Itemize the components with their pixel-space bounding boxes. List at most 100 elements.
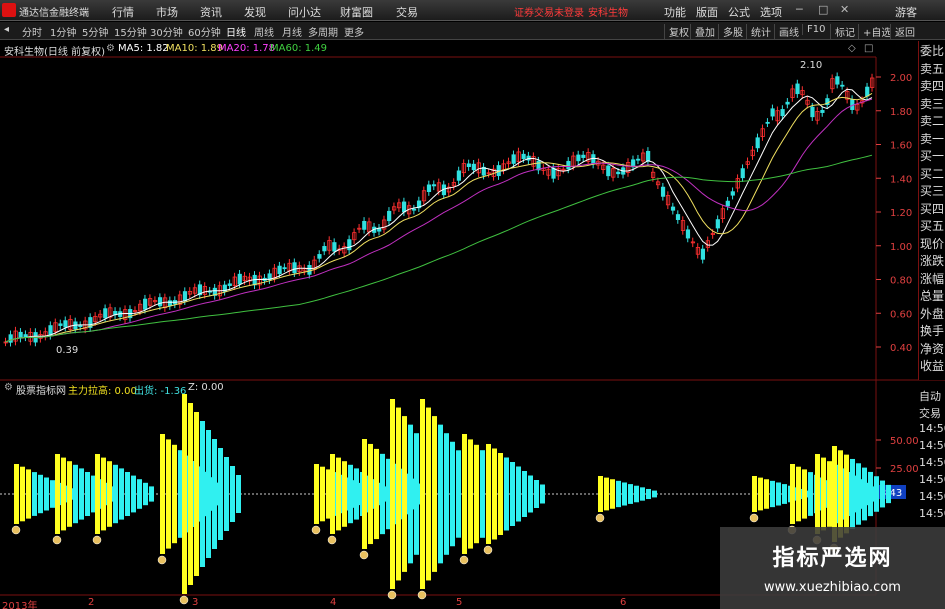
- y-tick-label: 0.60: [890, 309, 912, 320]
- indicator-bar: [815, 454, 820, 534]
- candle-body: [48, 325, 53, 336]
- indicator-gear-icon[interactable]: ⚙: [4, 382, 13, 393]
- indicator-bar: [528, 475, 533, 513]
- indicator-bar: [50, 480, 55, 508]
- high-price-label: 2.10: [800, 60, 822, 71]
- candle-body: [576, 154, 581, 162]
- indicator-bar: [468, 439, 473, 549]
- indicator-bar: [95, 454, 100, 534]
- indicator-bar: [336, 457, 341, 531]
- chart-canvas: 2.00 1.80 1.60 1.40 1.20 1.00 0.80 0.60 0.40 2.10…: [0, 56, 945, 605]
- order-book-panel: 委比 卖五 卖四 卖三 卖二 卖一 买一 买二 买三 买四 买五 现价 涨跌 涨幅 总量 外盘 换手 净资 收益: [918, 41, 945, 380]
- indicator-bar: [330, 454, 335, 534]
- indicator-bar: [880, 480, 885, 508]
- candle-body: [646, 150, 651, 162]
- quote-field-label: 卖四: [920, 79, 945, 93]
- indicator-bar: [827, 461, 832, 527]
- y-tick-label: 1.20: [890, 208, 912, 219]
- candle-body: [591, 154, 596, 165]
- date-tick: 6: [620, 597, 627, 608]
- candle-body: [770, 108, 775, 117]
- indicator-bar: [380, 453, 385, 535]
- candle-body: [292, 262, 297, 274]
- indicator-bar: [426, 407, 431, 581]
- date-tick: 3: [192, 597, 199, 608]
- indicator-bar: [628, 484, 633, 504]
- indicator-bar: [838, 450, 843, 538]
- candle-body: [362, 220, 367, 230]
- indicator-bar: [492, 448, 497, 540]
- candle-body: [865, 86, 870, 97]
- money-bag-icon: [179, 595, 189, 605]
- indicator-bar: [67, 461, 72, 527]
- candle-body: [157, 297, 163, 307]
- indicator-bar: [143, 482, 148, 506]
- indicator-bar: [107, 461, 112, 527]
- trade-detail-item: 14:50: [919, 473, 945, 486]
- indicator-bar: [182, 394, 187, 594]
- trade-detail-item: 14:50: [919, 439, 945, 452]
- indicator-bar: [886, 484, 891, 504]
- indicator-bar: [55, 454, 60, 534]
- candle-body: [426, 184, 432, 193]
- money-bag-icon: [92, 535, 102, 545]
- candle-body: [685, 229, 691, 239]
- indicator-bar: [598, 476, 603, 512]
- indicator-bar: [119, 468, 124, 520]
- indicator-bar: [230, 466, 235, 522]
- money-bag-icon: [327, 535, 337, 545]
- candle-body: [566, 160, 571, 170]
- candle-body: [167, 300, 173, 307]
- low-price-label: 0.39: [56, 345, 78, 356]
- y-tick-label: 1.60: [890, 141, 912, 152]
- quote-field-label: 买三: [920, 184, 945, 198]
- money-bag-icon: [11, 525, 21, 535]
- y-tick-label: 0.80: [890, 276, 912, 287]
- indicator-bar: [646, 488, 651, 500]
- y-tick-label: 1.80: [890, 107, 912, 118]
- indicator-bar: [821, 457, 826, 531]
- indicator-bar: [808, 472, 813, 516]
- indicator-bar: [390, 399, 395, 589]
- indicator-bar: [758, 477, 763, 511]
- watermark-title: 指标严选网: [772, 546, 893, 571]
- candle-body: [347, 239, 352, 251]
- indicator-bar: [790, 464, 795, 524]
- candle-body: [78, 325, 83, 328]
- quote-field-label: 涨跌: [920, 254, 945, 268]
- indicator-bar: [764, 479, 769, 509]
- candle-body: [387, 210, 392, 222]
- money-bag-icon: [749, 513, 759, 523]
- candle-body: [277, 265, 282, 275]
- y-tick-label: 0.40: [890, 343, 912, 354]
- indicator-bar: [20, 466, 25, 522]
- site-watermark: 指标严选网 www.xuezhibiao.com: [720, 527, 945, 609]
- quote-field-label: 买一: [920, 149, 945, 163]
- indicator-bar: [652, 490, 657, 498]
- sell-out-label: 出货: -1.36: [134, 386, 187, 397]
- money-bag-icon: [311, 525, 321, 535]
- indicator-bar: [770, 480, 775, 508]
- candle-body: [636, 158, 641, 161]
- trade-detail-item: 14:50: [919, 422, 945, 435]
- indicator-bar: [368, 443, 373, 545]
- candle-body: [58, 323, 63, 326]
- candle-body: [660, 186, 666, 197]
- candle-body: [730, 191, 735, 196]
- quote-field-label: 卖一: [920, 131, 945, 146]
- indicator-bar: [236, 475, 241, 513]
- indicator-bar: [137, 479, 142, 509]
- indicator-bar: [850, 458, 855, 530]
- candle-body: [317, 254, 322, 259]
- candle-body: [810, 106, 815, 118]
- stock-terminal-window: 通达信金融终端 行情 市场 资讯 发现 问小达 财富圈 交易 证券交易未登录 安…: [0, 0, 945, 609]
- indicator-bar: [604, 477, 609, 511]
- indicator-bar: [456, 450, 461, 538]
- indicator-bar: [510, 462, 515, 526]
- indicator-bar: [504, 457, 509, 531]
- indicator-bar: [516, 466, 521, 522]
- quote-field-label: 现价: [920, 236, 945, 251]
- money-bag-icon: [595, 513, 605, 523]
- quote-field-label: 委比: [920, 44, 945, 58]
- indicator-bar: [149, 486, 154, 502]
